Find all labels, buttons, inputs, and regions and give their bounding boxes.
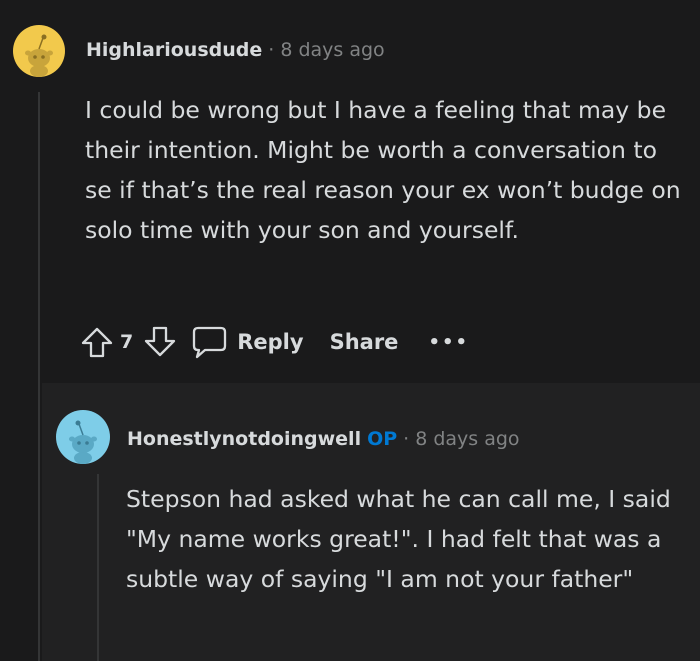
speech-bubble-icon — [193, 326, 227, 359]
share-label: Share — [329, 330, 399, 354]
downvote-icon — [145, 326, 176, 357]
more-options-button[interactable]: ••• — [428, 332, 469, 353]
comment-username[interactable]: Honestlynotdoingwell — [127, 428, 361, 450]
reply-label: Reply — [237, 330, 304, 354]
comment-thread: Highlariousdude · 8 days ago I could be wr… — [0, 0, 700, 661]
comment-username[interactable]: Highlariousdude — [86, 39, 262, 61]
comment-body: Stepson had asked what he can call me, I… — [126, 485, 671, 593]
comment-timestamp[interactable]: 8 days ago — [280, 39, 384, 61]
vote-count: 7 — [120, 331, 134, 353]
thread-rail[interactable] — [38, 92, 40, 661]
reply-button[interactable]: Reply — [189, 324, 304, 360]
user-avatar[interactable] — [56, 410, 110, 464]
meta-separator: · — [268, 39, 275, 61]
user-avatar[interactable] — [13, 25, 65, 77]
downvote-button[interactable] — [143, 325, 177, 359]
op-badge: OP — [367, 428, 398, 450]
share-button[interactable]: Share — [330, 330, 399, 354]
comment-timestamp[interactable]: 8 days ago — [415, 428, 519, 450]
snoo-avatar-icon — [56, 410, 110, 464]
upvote-button[interactable] — [80, 325, 114, 359]
comment-meta: Honestlynotdoingwell OP · 8 days ago — [127, 425, 520, 453]
comment-actions: 7 Reply Share ••• — [80, 318, 469, 366]
ellipsis-icon: ••• — [428, 331, 469, 353]
upvote-icon — [81, 327, 113, 358]
comment-meta: Highlariousdude · 8 days ago — [86, 36, 385, 64]
snoo-avatar-icon — [13, 25, 65, 77]
comment-body: I could be wrong but I have a feeling th… — [85, 96, 681, 244]
thread-rail[interactable] — [97, 474, 99, 661]
meta-separator: · — [403, 428, 410, 450]
